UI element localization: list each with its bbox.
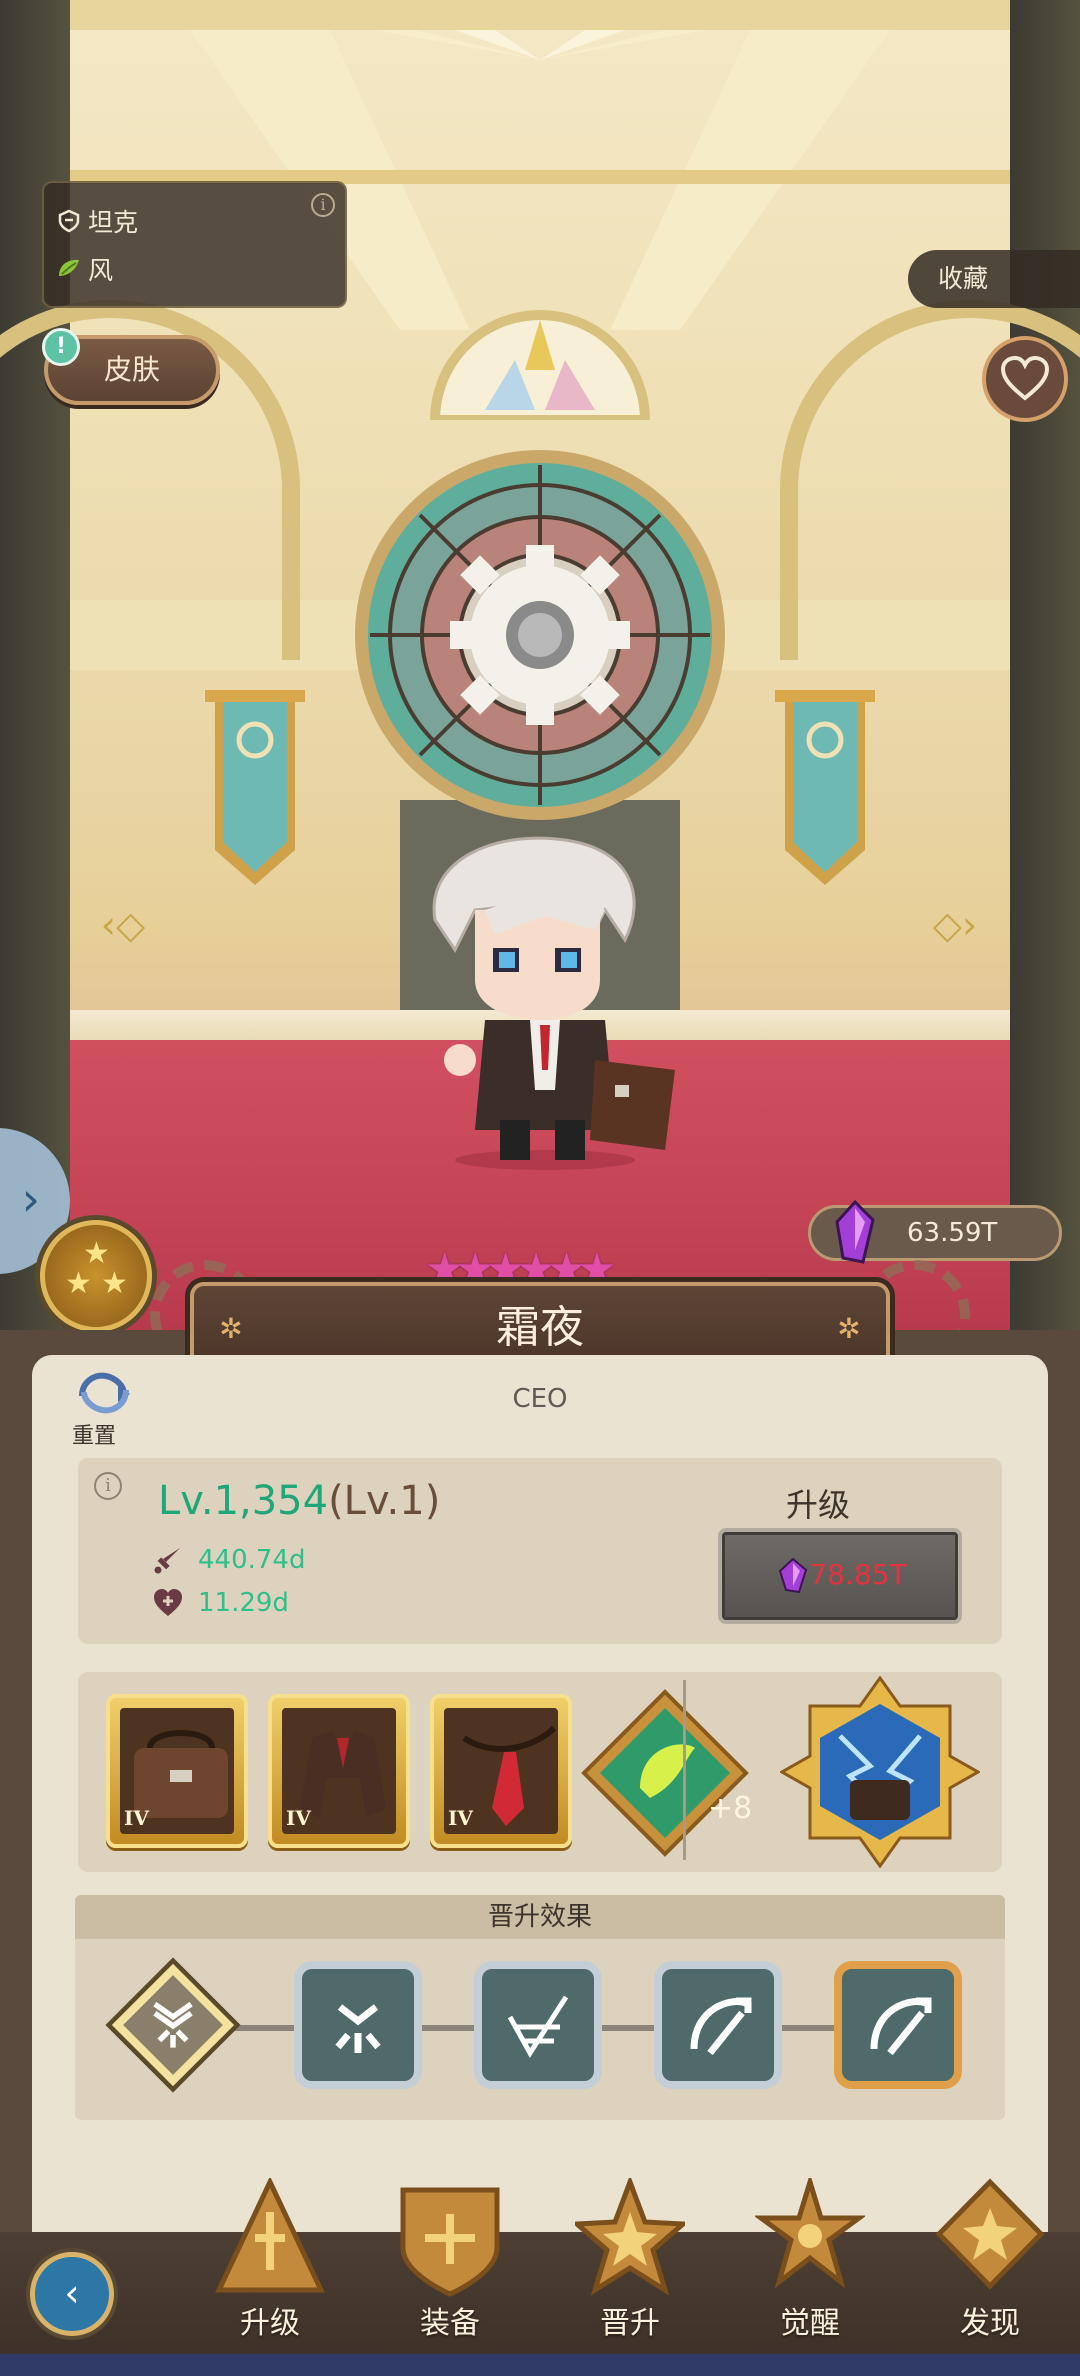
favorite-heart-button[interactable] — [982, 336, 1068, 422]
equipment-divider — [683, 1680, 686, 1860]
gem-currency: 63.59T — [808, 1200, 1062, 1264]
stats-card: i Lv.1,354(Lv.1) 440.74d 11.29d 升级 78.85… — [78, 1458, 1002, 1644]
shield-icon — [400, 2187, 500, 2297]
right-banner — [775, 690, 875, 885]
equip-slot-suit-jacket[interactable]: IV — [268, 1694, 410, 1848]
info-icon[interactable]: i — [94, 1472, 122, 1500]
promo-node-1[interactable] — [105, 1957, 241, 2093]
star-icon: ★ — [101, 1266, 128, 1301]
attack-stat: 440.74d — [152, 1544, 305, 1576]
element-label: 风 — [88, 256, 114, 285]
nav-equipment[interactable]: 装备 — [375, 2178, 525, 2348]
nav-label: 晋升 — [600, 2306, 660, 2341]
discover-icon — [935, 2178, 1045, 2290]
stained-glass-window — [355, 450, 725, 820]
star-icon: ★ — [65, 1266, 92, 1301]
bottom-strip — [0, 2354, 1080, 2376]
tier-label: IV — [448, 1806, 473, 1830]
chevron-right-icon: › — [21, 1172, 40, 1226]
nav-label: 觉醒 — [780, 2306, 840, 2341]
gear-icon: ✲ — [837, 1312, 861, 1345]
role-label: 坦克 — [88, 208, 139, 237]
nav-label: 升级 — [240, 2306, 300, 2341]
star-icon — [575, 2178, 685, 2296]
promo-node-4[interactable] — [650, 1957, 786, 2093]
hero-title: CEO — [512, 1384, 568, 1414]
nav-awaken[interactable]: 觉醒 — [735, 2178, 885, 2348]
equip-slot-briefcase[interactable]: IV — [106, 1694, 248, 1848]
purple-crystal-icon — [835, 1200, 875, 1264]
rune-bonus: +8 — [708, 1791, 750, 1826]
rose-window-top — [429, 310, 651, 420]
left-banner — [205, 690, 305, 885]
nav-upgrade[interactable]: 升级 — [195, 2178, 345, 2348]
hero-class-box: i 坦克 风 — [42, 181, 347, 308]
role-row: 坦克 — [56, 203, 138, 239]
heart-plus-icon — [154, 1589, 182, 1616]
sword-icon — [154, 1548, 180, 1574]
next-hero-arrow-icon[interactable]: ◇› — [930, 905, 980, 945]
promo-node-5[interactable] — [830, 1957, 966, 2093]
attack-value: 440.74d — [198, 1545, 306, 1575]
gem-amount: 63.59T — [907, 1218, 998, 1248]
awakened-item-slot[interactable] — [780, 1676, 980, 1868]
nav-promote[interactable]: 晋升 — [555, 2178, 705, 2348]
reset-label[interactable]: 重置 — [72, 1418, 116, 1450]
alert-icon: ! — [42, 328, 80, 366]
level-display: Lv.1,354(Lv.1) — [158, 1478, 440, 1524]
collect-button[interactable]: 收藏 — [908, 250, 1080, 308]
upgrade-button[interactable]: 78.85T — [718, 1528, 962, 1624]
level-value: Lv.1,354 — [158, 1478, 329, 1524]
back-button[interactable]: ‹ — [30, 2252, 114, 2336]
base-level-value: (Lv.1) — [328, 1478, 441, 1524]
hero-sprite — [432, 836, 675, 1170]
shield-icon — [56, 208, 82, 234]
tier-label: IV — [286, 1806, 311, 1830]
hero-scene: ‹◇ ◇› i 坦克 风 皮肤 ! 收藏 › 63.59T ★ ★ ★ ★ ★ … — [0, 0, 1080, 1330]
heart-icon — [1000, 356, 1050, 401]
nav-discover[interactable]: 发现 — [915, 2178, 1065, 2348]
prev-hero-arrow-icon[interactable]: ‹◇ — [98, 905, 148, 945]
tier-star-medal: ★ ★ ★ — [40, 1220, 152, 1330]
nav-label: 发现 — [960, 2306, 1020, 2341]
promo-node-2[interactable] — [290, 1957, 426, 2093]
hp-value: 11.29d — [198, 1588, 289, 1618]
equip-slot-necktie[interactable]: IV — [430, 1694, 572, 1848]
promo-node-3[interactable] — [470, 1957, 606, 2093]
info-icon[interactable]: i — [311, 193, 335, 217]
upgrade-title: 升级 — [785, 1486, 850, 1524]
element-row: 风 — [56, 251, 113, 287]
awaken-icon — [755, 2178, 865, 2289]
chevron-left-icon: ‹ — [64, 2271, 80, 2315]
promotion-card: 晋升效果 — [75, 1895, 1005, 2120]
tier-label: IV — [124, 1806, 149, 1830]
right-pillar — [1010, 0, 1080, 1330]
hp-stat: 11.29d — [152, 1588, 289, 1618]
star-icon: ★ — [83, 1236, 110, 1271]
rune-slot[interactable]: +8 — [580, 1688, 750, 1858]
wind-element-icon — [56, 256, 82, 282]
upgrade-cost: 78.85T — [809, 1558, 907, 1591]
promotion-header: 晋升效果 — [75, 1895, 1005, 1939]
nav-label: 装备 — [420, 2306, 480, 2341]
upgrade-icon — [215, 2178, 325, 2293]
